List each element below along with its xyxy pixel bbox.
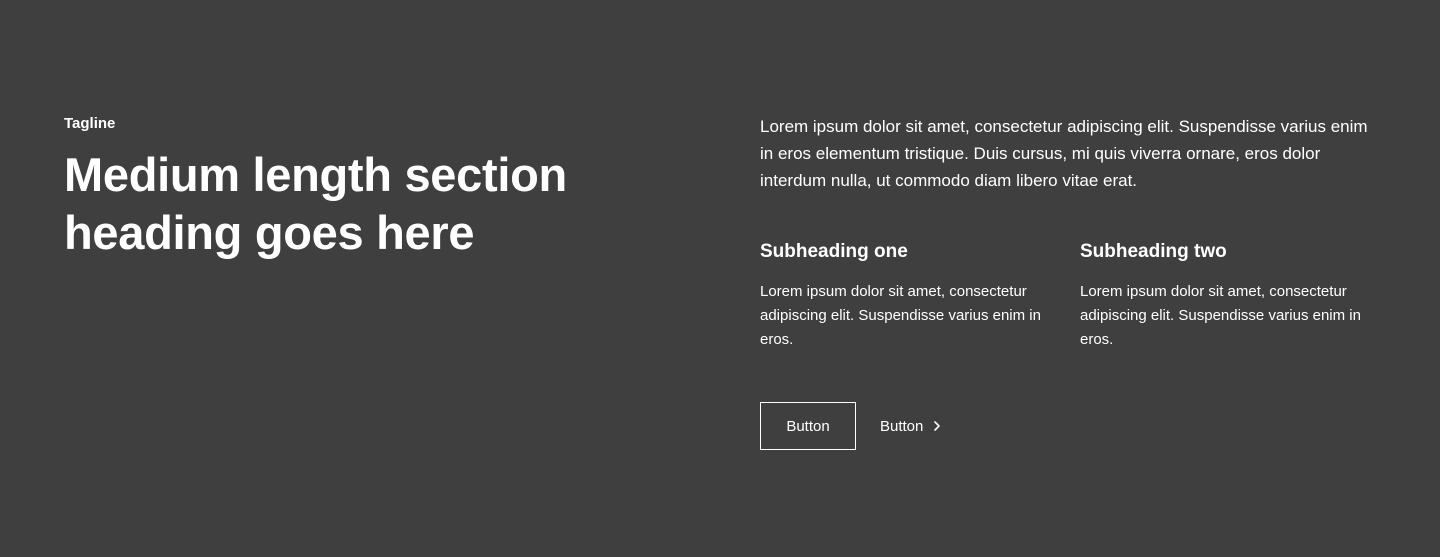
section-header: Tagline Medium length section heading go… — [64, 114, 624, 262]
feature-text-one: Lorem ipsum dolor sit amet, consectetur … — [760, 283, 1041, 348]
button-group: Button Button — [760, 402, 1376, 450]
subheading-one: Subheading one — [760, 241, 908, 262]
feature-column-two: Subheading two Lorem ipsum dolor sit ame… — [1080, 239, 1368, 352]
section-content: Lorem ipsum dolor sit amet, consectetur … — [760, 113, 1376, 450]
link-button-label: Button — [880, 417, 924, 435]
section-heading-line-1: Medium length section — [64, 148, 567, 201]
section-heading-line-2: heading goes here — [64, 206, 475, 259]
intro-paragraph: Lorem ipsum dolor sit amet, consectetur … — [760, 117, 1368, 190]
feature-text-two: Lorem ipsum dolor sit amet, consectetur … — [1080, 283, 1361, 348]
tagline: Tagline — [64, 115, 116, 132]
content-section: Tagline Medium length section heading go… — [0, 0, 1440, 557]
feature-column-one: Subheading one Lorem ipsum dolor sit ame… — [760, 239, 1048, 352]
chevron-right-icon — [931, 420, 943, 432]
primary-button[interactable]: Button — [760, 402, 856, 450]
feature-columns: Subheading one Lorem ipsum dolor sit ame… — [760, 239, 1376, 352]
section-heading: Medium length section heading goes here — [64, 146, 624, 262]
subheading-two: Subheading two — [1080, 241, 1227, 262]
link-button[interactable]: Button — [880, 402, 943, 450]
